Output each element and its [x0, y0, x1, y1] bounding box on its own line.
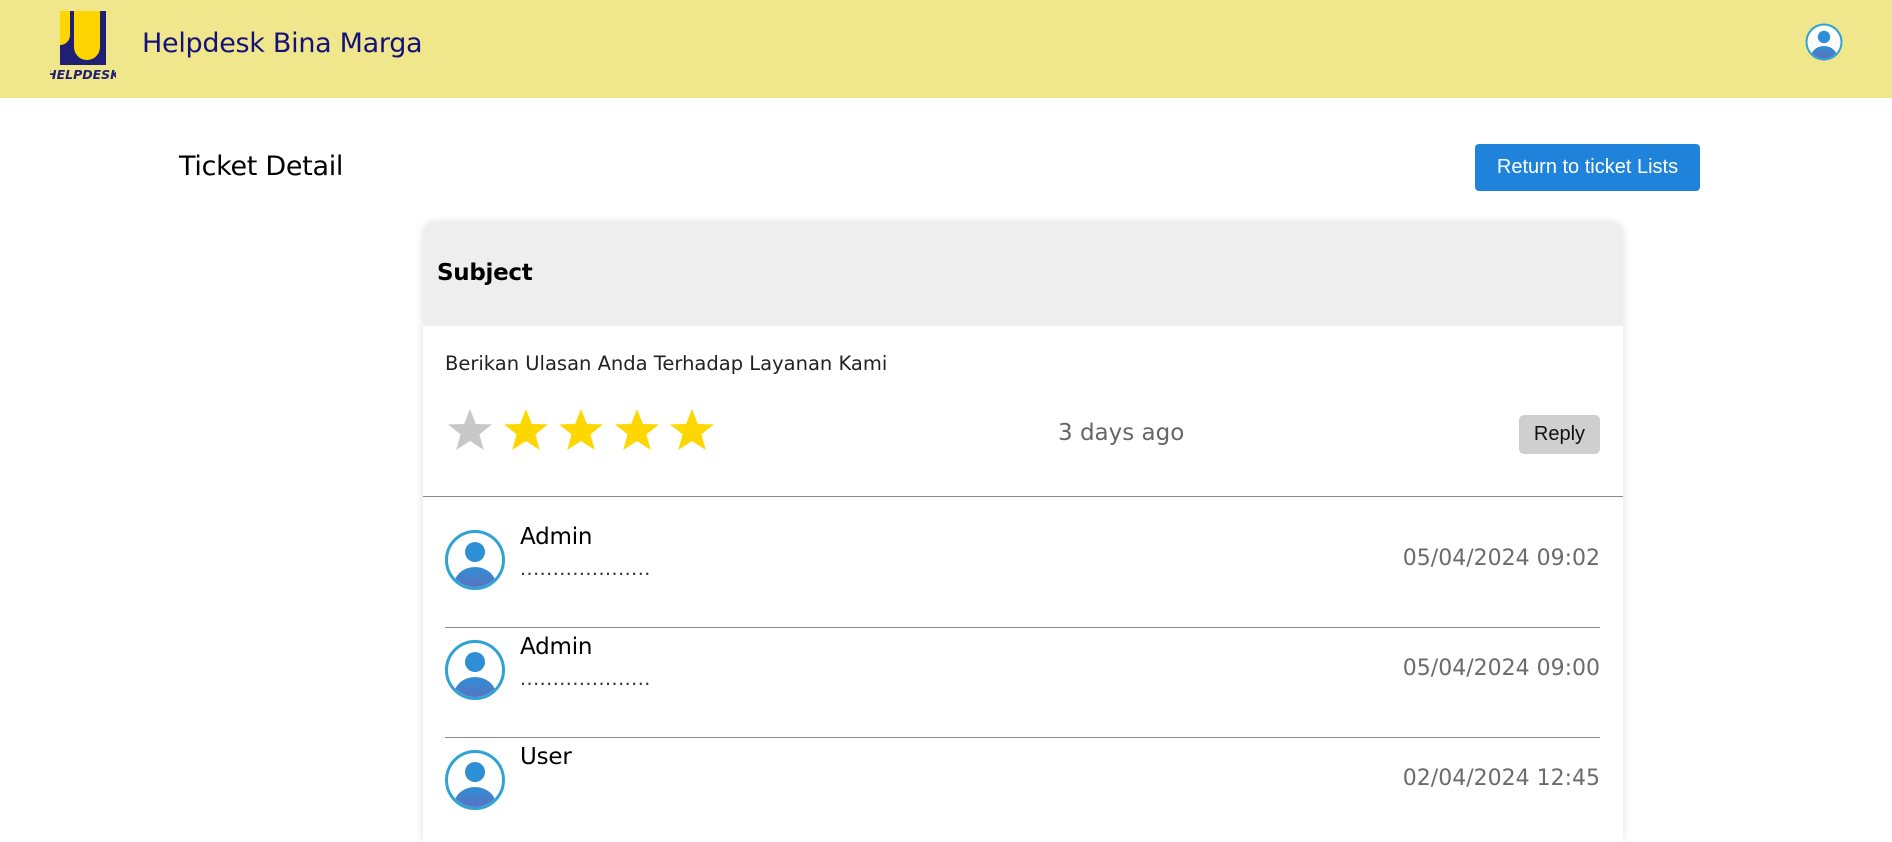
helpdesk-logo[interactable]: HELPDESK: [50, 11, 116, 81]
logo-text: HELPDESK: [50, 67, 116, 81]
ticket-card: Subject Berikan Ulasan Anda Terhadap Lay…: [423, 222, 1623, 842]
message-body: ....................: [520, 558, 651, 580]
user-avatar-icon: [445, 750, 505, 810]
subject-label: Subject: [437, 260, 533, 286]
user-avatar-icon: [445, 530, 505, 590]
star-icon[interactable]: [612, 406, 662, 456]
star-icon[interactable]: [501, 406, 551, 456]
user-avatar-icon[interactable]: [1805, 23, 1843, 61]
message-author: Admin: [520, 524, 593, 550]
return-to-ticket-list-button[interactable]: Return to ticket Lists: [1475, 144, 1700, 191]
page-title: Ticket Detail: [179, 151, 344, 182]
message-timestamp: 05/04/2024 09:02: [1402, 546, 1600, 571]
message-author: Admin: [520, 634, 593, 660]
message-author: User: [520, 744, 572, 770]
star-icon[interactable]: [445, 406, 495, 456]
star-icon[interactable]: [667, 406, 717, 456]
divider: [423, 496, 1623, 497]
ticket-relative-time: 3 days ago: [1058, 420, 1185, 446]
message-item: User 02/04/2024 12:45: [445, 738, 1600, 842]
reply-button[interactable]: Reply: [1519, 415, 1600, 454]
message-body: ....................: [520, 668, 651, 690]
user-avatar-icon: [445, 640, 505, 700]
top-navbar: HELPDESK Helpdesk Bina Marga: [0, 0, 1892, 98]
message-item: Admin .................... 05/04/2024 09…: [445, 628, 1600, 738]
message-timestamp: 05/04/2024 09:00: [1402, 656, 1600, 681]
app-title[interactable]: Helpdesk Bina Marga: [142, 28, 423, 59]
feedback-prompt: Berikan Ulasan Anda Terhadap Layanan Kam…: [445, 352, 888, 375]
star-icon[interactable]: [556, 406, 606, 456]
card-header: Subject: [423, 222, 1623, 326]
message-timestamp: 02/04/2024 12:45: [1402, 766, 1600, 791]
message-item: Admin .................... 05/04/2024 09…: [445, 518, 1600, 628]
